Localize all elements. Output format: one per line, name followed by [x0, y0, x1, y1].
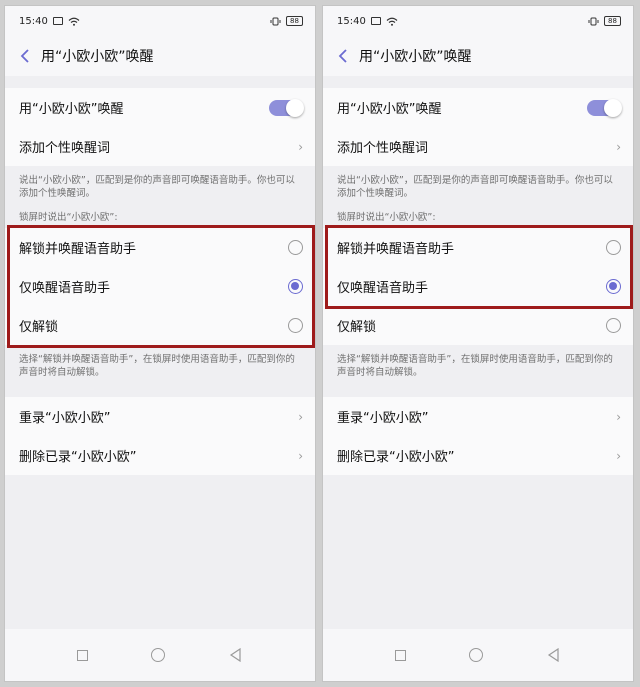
voice-record-group: 重录“小欧小欧” › 删除已录“小欧小欧” ›	[5, 397, 315, 475]
lock-screen-section-label: 锁屏时说出“小欧小欧”:	[337, 212, 436, 223]
phone-screen-right: 15:40 88 用“小欧小欧”唤醒 用“小欧小欧”唤醒 添加个性唤醒词 › 说…	[322, 5, 634, 682]
add-wake-word-label: 添加个性唤醒词	[19, 141, 111, 156]
option-wake-only[interactable]: 仅唤醒语音助手	[5, 267, 315, 306]
rerecord-label: 重录“小欧小欧”	[19, 411, 111, 426]
radio-unlock-and-wake[interactable]	[606, 240, 621, 255]
back-arrow-icon[interactable]	[13, 44, 37, 68]
radio-unlock-only[interactable]	[606, 318, 621, 333]
voice-record-group: 重录“小欧小欧” › 删除已录“小欧小欧” ›	[323, 397, 633, 475]
lock-screen-section-label: 锁屏时说出“小欧小欧”:	[19, 212, 118, 223]
back-arrow-icon[interactable]	[331, 44, 355, 68]
option-unlock-only[interactable]: 仅解锁	[323, 306, 633, 345]
radio-unlock-only[interactable]	[288, 318, 303, 333]
option-wake-only[interactable]: 仅唤醒语音助手	[323, 267, 633, 306]
chevron-right-icon: ›	[616, 139, 621, 154]
battery-icon: 88	[604, 16, 621, 26]
navigation-bar	[5, 629, 315, 681]
wake-toggle-label: 用“小欧小欧”唤醒	[337, 102, 442, 117]
add-wake-word-row[interactable]: 添加个性唤醒词 ›	[323, 127, 633, 166]
option-unlock-and-wake[interactable]: 解锁并唤醒语音助手	[5, 228, 315, 267]
radio-wake-only[interactable]	[606, 279, 621, 294]
wake-settings-group: 用“小欧小欧”唤醒 添加个性唤醒词 ›	[5, 88, 315, 166]
add-wake-word-row[interactable]: 添加个性唤醒词 ›	[5, 127, 315, 166]
option-label: 仅解锁	[337, 320, 377, 335]
wifi-icon	[68, 17, 80, 26]
radio-unlock-and-wake[interactable]	[288, 240, 303, 255]
chevron-right-icon: ›	[298, 448, 303, 463]
radio-wake-only[interactable]	[288, 279, 303, 294]
app-bar: 用“小欧小欧”唤醒	[5, 36, 315, 76]
lock-screen-description: 选择“解锁并唤醒语音助手”，在锁屏时使用语音助手，匹配到你的声音时将自动解锁。	[19, 354, 295, 378]
status-bar: 15:40 88	[323, 6, 633, 36]
delete-recording-row[interactable]: 删除已录“小欧小欧” ›	[5, 436, 315, 475]
recent-apps-icon[interactable]	[394, 649, 406, 661]
battery-icon: 88	[286, 16, 303, 26]
status-time: 15:40	[337, 15, 366, 27]
home-icon[interactable]	[151, 648, 166, 662]
vibrate-icon	[270, 17, 281, 25]
option-label: 仅唤醒语音助手	[19, 281, 111, 296]
wake-toggle[interactable]	[587, 98, 622, 117]
chevron-right-icon: ›	[616, 409, 621, 424]
delete-recording-label: 删除已录“小欧小欧”	[337, 450, 455, 465]
page-title: 用“小欧小欧”唤醒	[359, 49, 472, 65]
rerecord-row[interactable]: 重录“小欧小欧” ›	[323, 397, 633, 436]
wifi-icon	[386, 17, 398, 26]
option-unlock-only[interactable]: 仅解锁	[5, 306, 315, 345]
chevron-right-icon: ›	[298, 139, 303, 154]
vibrate-icon	[588, 17, 599, 25]
lock-screen-options: 解锁并唤醒语音助手 仅唤醒语音助手 仅解锁	[323, 225, 633, 345]
status-time: 15:40	[19, 15, 48, 27]
navigation-bar	[323, 629, 633, 681]
page-title: 用“小欧小欧”唤醒	[41, 49, 154, 65]
rerecord-label: 重录“小欧小欧”	[337, 411, 429, 426]
phone-screen-left: 15:40 88 用“小欧小欧”唤醒 用“小欧小欧”唤醒 添加个性唤醒词 › 说…	[4, 5, 316, 682]
add-wake-word-label: 添加个性唤醒词	[337, 141, 429, 156]
wake-description: 说出“小欧小欧”，匹配到是你的声音即可唤醒语音助手。你也可以添加个性唤醒词。	[19, 175, 295, 199]
nav-back-icon[interactable]	[547, 648, 561, 662]
option-unlock-and-wake[interactable]: 解锁并唤醒语音助手	[323, 228, 633, 267]
wake-toggle-label: 用“小欧小欧”唤醒	[19, 102, 124, 117]
rerecord-row[interactable]: 重录“小欧小欧” ›	[5, 397, 315, 436]
notification-icon	[52, 17, 63, 25]
delete-recording-row[interactable]: 删除已录“小欧小欧” ›	[323, 436, 633, 475]
lock-screen-description: 选择“解锁并唤醒语音助手”，在锁屏时使用语音助手，匹配到你的声音时将自动解锁。	[337, 354, 613, 378]
home-icon[interactable]	[469, 648, 484, 662]
option-label: 解锁并唤醒语音助手	[19, 242, 137, 257]
chevron-right-icon: ›	[298, 409, 303, 424]
wake-toggle[interactable]	[269, 98, 304, 117]
option-label: 仅解锁	[19, 320, 59, 335]
app-bar: 用“小欧小欧”唤醒	[323, 36, 633, 76]
lock-screen-options: 解锁并唤醒语音助手 仅唤醒语音助手 仅解锁	[5, 225, 315, 348]
recent-apps-icon[interactable]	[76, 649, 88, 661]
status-bar: 15:40 88	[5, 6, 315, 36]
option-label: 仅唤醒语音助手	[337, 281, 429, 296]
wake-toggle-row[interactable]: 用“小欧小欧”唤醒	[323, 88, 633, 127]
wake-settings-group: 用“小欧小欧”唤醒 添加个性唤醒词 ›	[323, 88, 633, 166]
wake-toggle-row[interactable]: 用“小欧小欧”唤醒	[5, 88, 315, 127]
delete-recording-label: 删除已录“小欧小欧”	[19, 450, 137, 465]
nav-back-icon[interactable]	[229, 648, 243, 662]
wake-description: 说出“小欧小欧”，匹配到是你的声音即可唤醒语音助手。你也可以添加个性唤醒词。	[337, 175, 613, 199]
option-label: 解锁并唤醒语音助手	[337, 242, 455, 257]
notification-icon	[370, 17, 381, 25]
chevron-right-icon: ›	[616, 448, 621, 463]
